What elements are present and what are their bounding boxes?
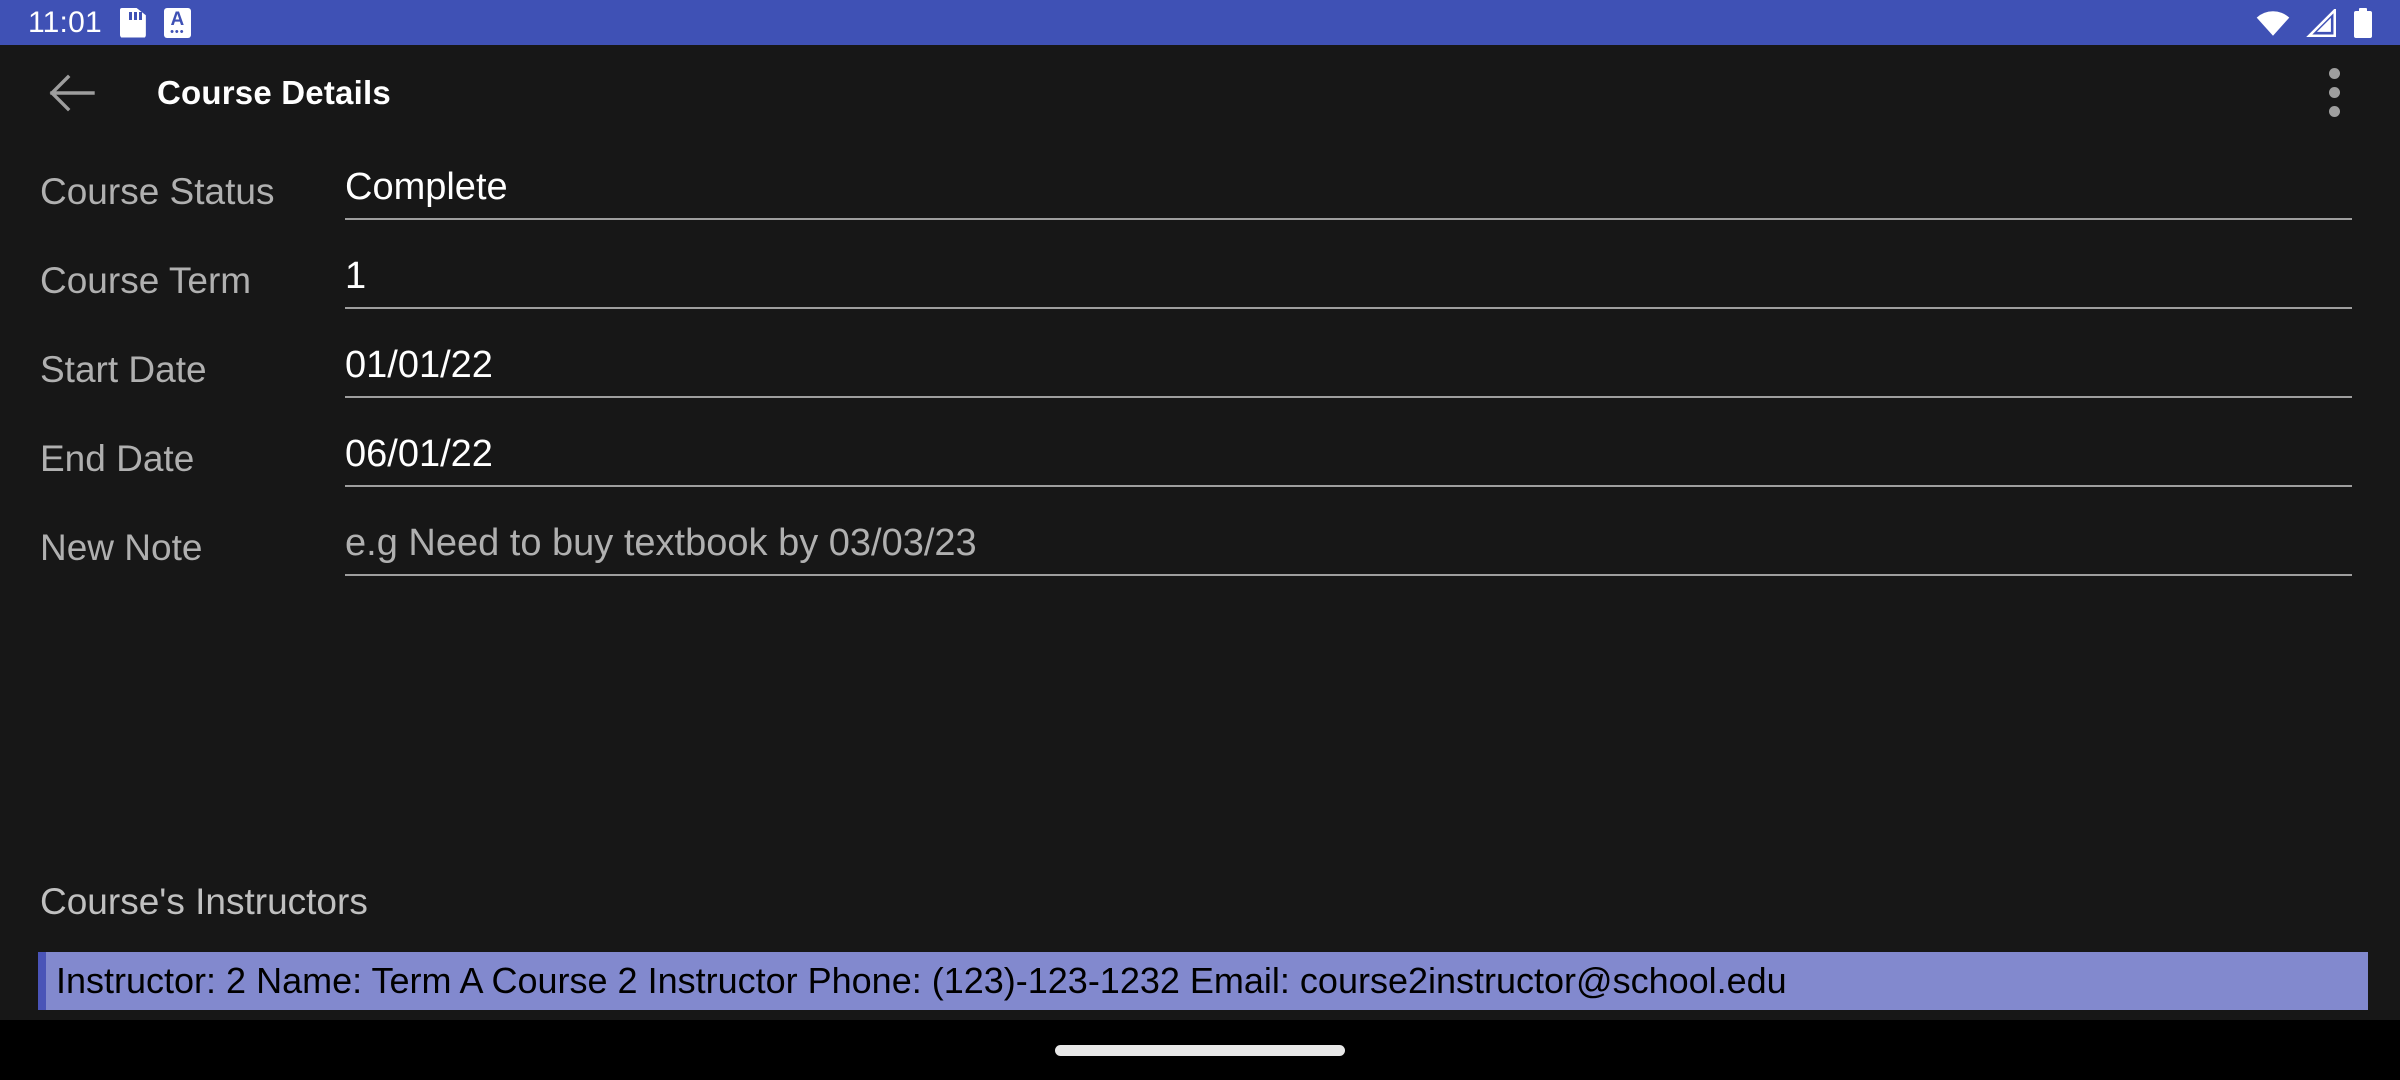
- field-value-text: 1: [345, 255, 367, 297]
- field-value-text: Complete: [345, 166, 508, 208]
- android-screen: 11:01 A ••• Course Details Course Status…: [0, 0, 2400, 1080]
- instructor-list-item[interactable]: Instructor: 2 Name: Term A Course 2 Inst…: [38, 952, 2368, 1010]
- document-a-icon: A •••: [163, 7, 191, 38]
- cellular-signal-icon: [2306, 8, 2336, 37]
- form-row: New Note e.g Need to buy textbook by 03/0…: [0, 520, 2400, 576]
- course-details-form: Course Status Complete Course Term 1 Start D…: [0, 140, 2400, 576]
- home-gesture-pill[interactable]: [1055, 1044, 1345, 1056]
- form-row: Course Term 1: [0, 253, 2400, 309]
- arrow-left-icon: [49, 74, 95, 111]
- instructors-section-header: Course's Instructors: [40, 881, 368, 922]
- status-bar-left: 11:01 A •••: [28, 5, 191, 39]
- field-input[interactable]: 1: [345, 253, 2352, 309]
- status-bar-clock: 11:01: [28, 5, 102, 39]
- field-input[interactable]: e.g Need to buy textbook by 03/03/23: [345, 520, 2352, 576]
- form-row: End Date 06/01/22: [0, 431, 2400, 487]
- status-bar: 11:01 A •••: [0, 0, 2400, 45]
- back-button[interactable]: [36, 57, 108, 129]
- page-title: Course Details: [157, 73, 391, 111]
- field-label: New Note: [40, 527, 203, 568]
- field-value-text: 06/01/22: [345, 433, 493, 475]
- field-placeholder-text: e.g Need to buy textbook by 03/03/23: [345, 522, 977, 564]
- instructor-list-item-text: Instructor: 2 Name: Term A Course 2 Inst…: [56, 960, 1787, 1001]
- field-label: Course Status: [40, 171, 275, 212]
- app-toolbar: Course Details: [0, 45, 2400, 140]
- more-vertical-icon-dot: [2328, 87, 2340, 98]
- field-label: Course Term: [40, 260, 252, 301]
- document-a-icon-dots: •••: [170, 25, 185, 38]
- field-label: Start Date: [40, 349, 207, 390]
- field-input[interactable]: 06/01/22: [345, 431, 2352, 487]
- overflow-menu-button[interactable]: [2304, 57, 2364, 129]
- status-bar-right: [2256, 7, 2372, 38]
- field-input[interactable]: 01/01/22: [345, 342, 2352, 398]
- field-value-text: 01/01/22: [345, 344, 493, 386]
- more-vertical-icon-dot: [2328, 106, 2340, 117]
- sd-card-icon: [119, 7, 146, 38]
- system-navigation-bar: [0, 1020, 2400, 1080]
- more-vertical-icon-dot: [2328, 68, 2340, 79]
- battery-icon: [2354, 7, 2372, 38]
- field-label: End Date: [40, 438, 195, 479]
- wifi-icon: [2256, 10, 2290, 36]
- field-input[interactable]: Complete: [345, 164, 2352, 220]
- form-row: Start Date 01/01/22: [0, 342, 2400, 398]
- form-row: Course Status Complete: [0, 164, 2400, 220]
